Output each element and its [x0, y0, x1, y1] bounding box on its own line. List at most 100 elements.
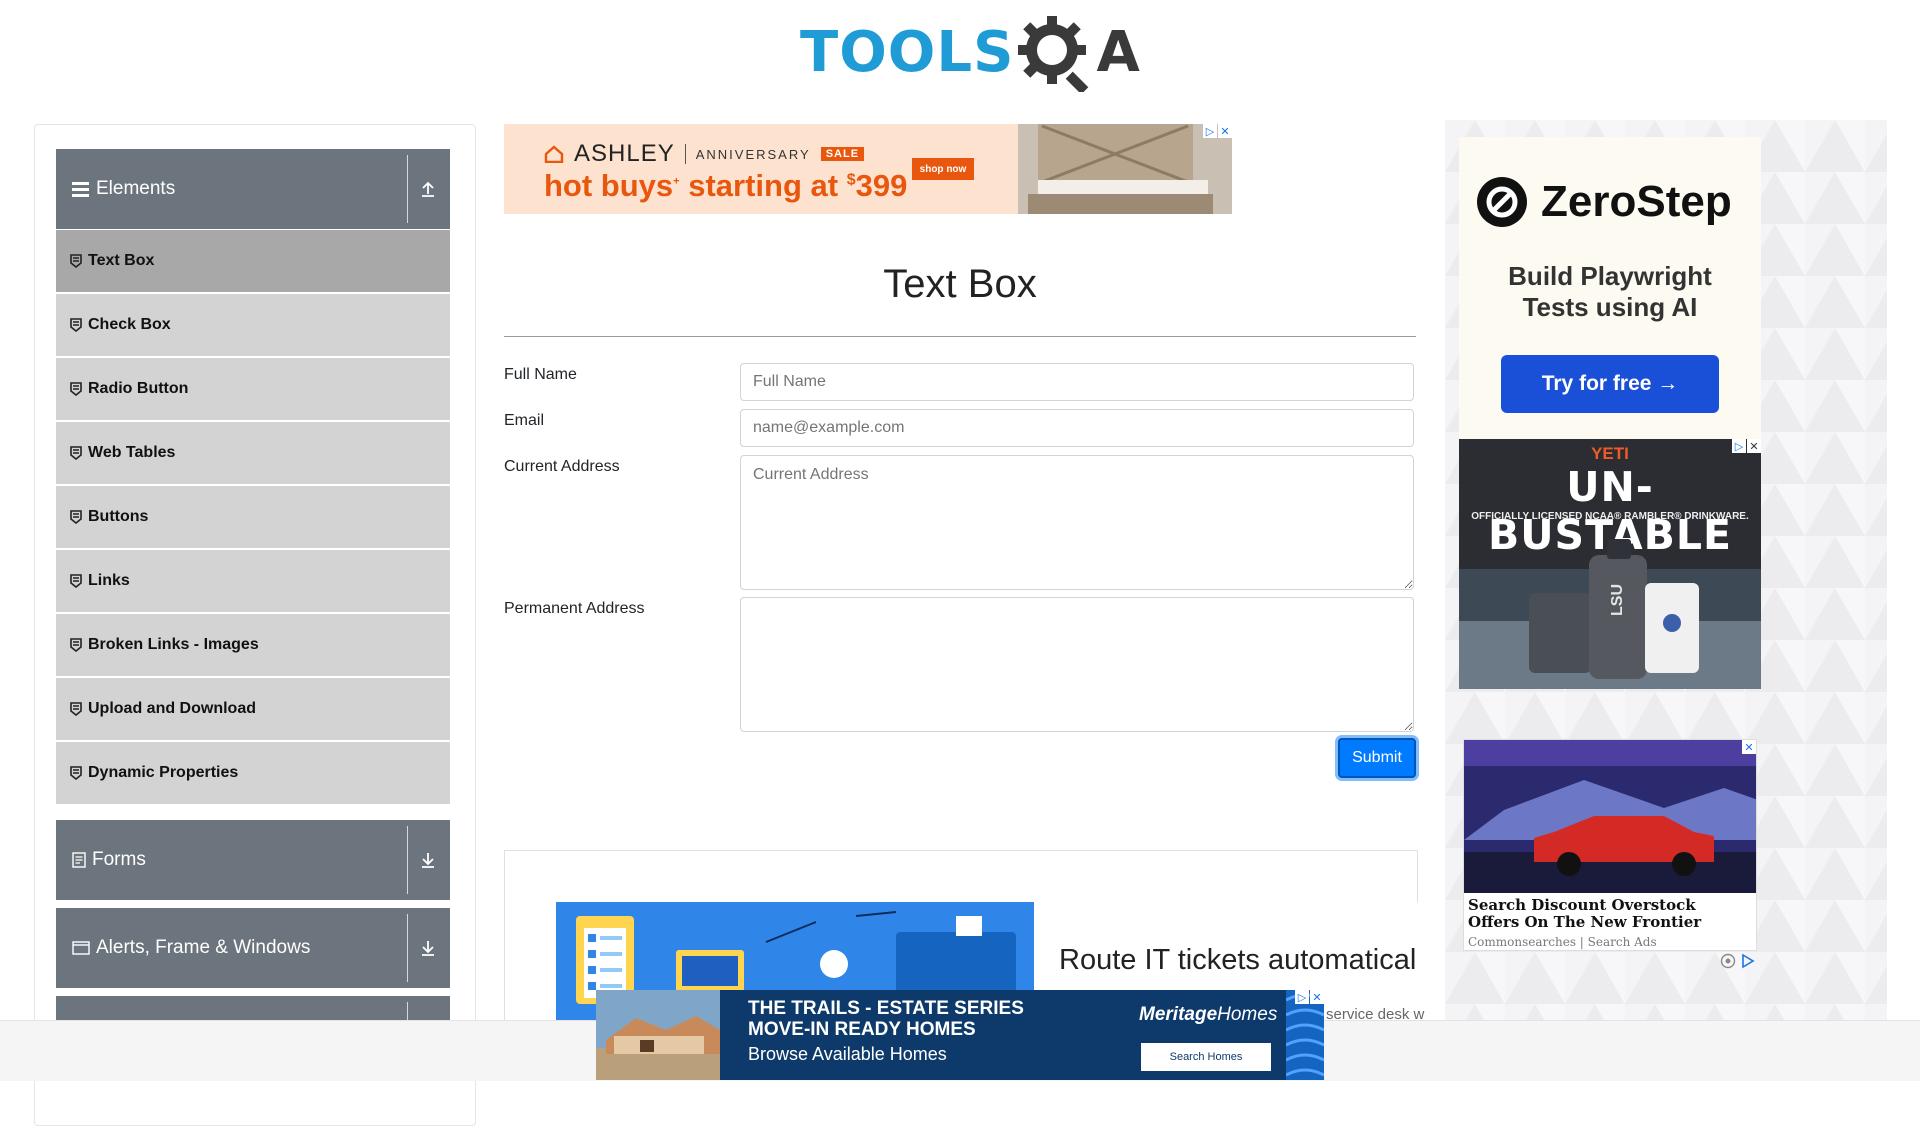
document-icon — [70, 318, 82, 332]
ad-banner-ashley[interactable]: ASHLEY ANNIVERSARY SALE hot buys+ starti… — [504, 124, 1232, 214]
ad-route-sub: service desk w — [1326, 1006, 1425, 1020]
full-name-label: Full Name — [504, 366, 577, 383]
ad-yeti-sub: OFFICIALLY LICENSED NCAA® RAMBLER® DRINK… — [1471, 511, 1749, 522]
page-title: Text Box — [883, 262, 1037, 306]
ad-meritage-cta[interactable]: Search Homes — [1141, 1043, 1271, 1071]
ad-zerostep-line1: Build Playwright — [1508, 261, 1712, 291]
ad-headline-b: starting at — [688, 168, 839, 203]
adchoices-icon[interactable] — [1740, 953, 1756, 969]
divider — [684, 144, 686, 164]
ad-info-icon[interactable] — [1720, 953, 1736, 969]
current-address-label: Current Address — [504, 458, 620, 475]
ad-truck-headline: Search Discount Overstock Offers On The … — [1468, 897, 1702, 931]
document-icon — [70, 702, 82, 716]
group-header-elements[interactable]: Elements — [56, 149, 450, 229]
ad-choices[interactable]: ▷ ✕ — [1203, 124, 1232, 138]
menu-item-buttons[interactable]: Buttons — [56, 486, 450, 548]
hamburger-icon — [72, 182, 89, 197]
document-icon — [70, 766, 82, 780]
ad-meritage-line1: THE TRAILS - ESTATE SERIES — [748, 998, 1024, 1019]
menu-item-label: Buttons — [88, 508, 149, 525]
window-icon — [72, 941, 90, 955]
adchoices-icon: ▷ — [1203, 124, 1217, 138]
close-icon: ✕ — [1310, 990, 1324, 1004]
document-icon — [70, 446, 82, 460]
menu-item-label: Radio Button — [88, 380, 189, 397]
divider — [407, 914, 408, 982]
ad-zerostep-brand: ZeroStep — [1541, 177, 1732, 226]
ad-meritage-line2: MOVE-IN READY HOMES — [748, 1019, 976, 1040]
email-input[interactable] — [740, 409, 1414, 447]
ad-cta-button[interactable]: shop now — [912, 158, 974, 180]
document-icon — [70, 574, 82, 588]
gear-magnifier-icon — [1018, 16, 1089, 92]
menu-item-label: Upload and Download — [88, 700, 256, 717]
ad-price-symbol: $ — [846, 171, 856, 189]
menu-item-broken-links[interactable]: Broken Links - Images — [56, 614, 450, 676]
submit-button[interactable]: Submit — [1338, 738, 1416, 778]
house-icon — [544, 145, 564, 163]
group-label: Elements — [96, 178, 176, 199]
close-icon: ✕ — [1747, 439, 1761, 453]
group-label: Alerts, Frame & Windows — [96, 937, 311, 958]
ad-meritage-brand: Meritage — [1139, 1004, 1218, 1025]
email-label: Email — [504, 412, 545, 429]
ad-choices[interactable]: ▷ ✕ — [1295, 990, 1324, 1004]
collapse-icon[interactable] — [414, 149, 442, 229]
ad-tag: ANNIVERSARY — [695, 146, 811, 162]
full-name-input[interactable] — [740, 363, 1414, 401]
group-header-alerts[interactable]: Alerts, Frame & Windows — [56, 908, 450, 988]
ad-yeti[interactable]: YETI UN-BUSTABLE OFFICIALLY LICENSED NCA… — [1459, 439, 1761, 689]
menu-item-web-tables[interactable]: Web Tables — [56, 422, 450, 484]
ad-route-headline: Route IT tickets automatical — [1059, 944, 1417, 976]
expand-icon[interactable] — [414, 820, 442, 900]
divider — [407, 155, 408, 223]
ad-brand: ASHLEY — [574, 140, 675, 167]
adchoices-icon: ▷ — [1732, 439, 1746, 453]
ad-choices[interactable]: ▷ ✕ — [1732, 439, 1761, 453]
document-icon — [70, 254, 82, 268]
ad-zerostep-cta[interactable]: Try for free → — [1501, 355, 1719, 413]
menu-item-label: Web Tables — [88, 444, 176, 461]
menu-item-radio-button[interactable]: Radio Button — [56, 358, 450, 420]
close-icon: ✕ — [1218, 124, 1232, 138]
ad-truck[interactable]: Search Discount Overstock Offers On The … — [1463, 739, 1757, 951]
ad-truck-source: Commonsearches | Search Ads — [1468, 935, 1657, 949]
menu-item-label: Links — [88, 572, 130, 589]
truck-image — [1464, 740, 1756, 893]
house-photo — [596, 990, 720, 1080]
menu-item-label: Broken Links - Images — [88, 636, 259, 653]
ad-meritage[interactable]: THE TRAILS - ESTATE SERIES MOVE-IN READY… — [596, 990, 1324, 1080]
ad-sale-badge: SALE — [820, 147, 865, 161]
menu-item-upload-download[interactable]: Upload and Download — [56, 678, 450, 740]
group-header-forms[interactable]: Forms — [56, 820, 450, 900]
menu-item-text-box[interactable]: Text Box — [56, 230, 450, 292]
menu-item-dynamic-properties[interactable]: Dynamic Properties — [56, 742, 450, 804]
ad-headline-a: hot buys — [544, 168, 674, 203]
ad-zerostep-line2: Tests using AI — [1522, 292, 1698, 322]
ad-price: 399 — [855, 168, 908, 203]
title-divider — [504, 336, 1416, 337]
close-icon: ✕ — [1742, 740, 1756, 754]
form-icon — [72, 852, 86, 868]
document-icon — [70, 382, 82, 396]
menu-item-check-box[interactable]: Check Box — [56, 294, 450, 356]
permanent-address-textarea[interactable] — [740, 597, 1414, 732]
adchoices-icon: ▷ — [1295, 990, 1309, 1004]
ad-meritage-brand-suffix: Homes — [1217, 1004, 1278, 1025]
permanent-address-label: Permanent Address — [504, 600, 645, 617]
ad-choices[interactable]: ✕ — [1742, 740, 1756, 754]
current-address-textarea[interactable] — [740, 455, 1414, 590]
menu-item-label: Text Box — [88, 252, 155, 269]
toolsqa-logo[interactable]: TOOLS A — [800, 14, 1140, 92]
ad-zerostep[interactable]: ZeroStep Build Playwright Tests using AI… — [1459, 137, 1761, 439]
expand-icon[interactable] — [414, 908, 442, 988]
divider — [407, 826, 408, 894]
logo-text-a: A — [1096, 20, 1140, 85]
menu-item-label: Dynamic Properties — [88, 764, 239, 781]
menu-item-links[interactable]: Links — [56, 550, 450, 612]
ad-footer-icons[interactable] — [1720, 953, 1756, 969]
zerostep-logo-icon — [1477, 177, 1527, 227]
ad-meritage-line3: Browse Available Homes — [748, 1044, 947, 1064]
document-icon — [70, 638, 82, 652]
